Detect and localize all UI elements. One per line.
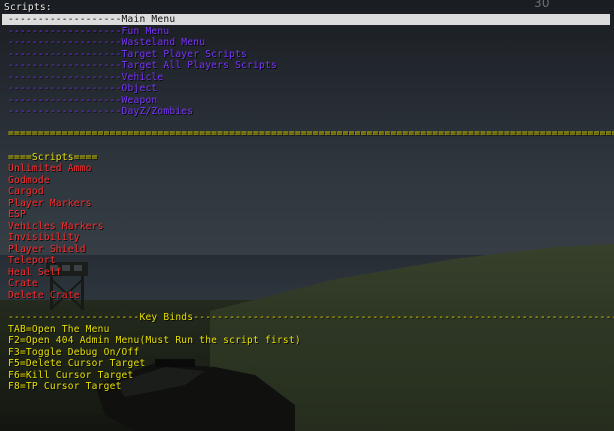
script-item[interactable]: Vehicles Markers xyxy=(8,221,104,232)
keybind-item: TAB=Open The Menu xyxy=(8,324,110,335)
script-item[interactable]: Teleport xyxy=(8,255,56,266)
menu-item-main-menu[interactable]: -------------------Main Menu xyxy=(8,14,175,25)
menu-item-dayz-zombies[interactable]: -------------------DayZ/Zombies xyxy=(8,106,193,117)
menu-item-weapon[interactable]: -------------------Weapon xyxy=(8,95,157,106)
keybind-item: F8=TP Cursor Target xyxy=(8,381,122,392)
script-item[interactable]: Player Shield xyxy=(8,244,86,255)
script-item[interactable]: Godmode xyxy=(8,175,50,186)
menu-title: Scripts: xyxy=(4,2,52,13)
script-item[interactable]: Cargod xyxy=(8,186,44,197)
keybinds-header: ----------------------Key Binds---------… xyxy=(8,312,614,323)
script-item[interactable]: Player Markers xyxy=(8,198,92,209)
script-item[interactable]: Unlimited Ammo xyxy=(8,163,92,174)
script-menu: Scripts: 30 -------------------Main Menu… xyxy=(0,0,614,431)
script-item[interactable]: Delete Crate xyxy=(8,290,80,301)
script-item[interactable]: ESP xyxy=(8,209,26,220)
keybind-item: F6=Kill Cursor Target xyxy=(8,370,134,381)
script-item[interactable]: Invisibility xyxy=(8,232,80,243)
scripts-header: ====Scripts==== xyxy=(8,152,98,163)
menu-item-fun-menu[interactable]: -------------------Fun Menu xyxy=(8,26,169,37)
keybind-item: F5=Delete Cursor Target xyxy=(8,358,146,369)
menu-item-wasteland-menu[interactable]: -------------------Wasteland Menu xyxy=(8,37,205,48)
menu-item-target-player-scripts[interactable]: -------------------Target Player Scripts xyxy=(8,49,247,60)
menu-item-vehicle[interactable]: -------------------Vehicle xyxy=(8,72,163,83)
menu-item-object[interactable]: -------------------Object xyxy=(8,83,157,94)
menu-item-target-all-players-scripts[interactable]: -------------------Target All Players Sc… xyxy=(8,60,277,71)
fps-counter: 30 xyxy=(534,0,550,10)
separator-line: ========================================… xyxy=(8,128,614,139)
script-item[interactable]: Heal Self xyxy=(8,267,62,278)
script-item[interactable]: Crate xyxy=(8,278,38,289)
keybind-item: F3=Toggle Debug On/Off xyxy=(8,347,140,358)
keybind-item: F2=Open 404 Admin Menu(Must Run the scri… xyxy=(8,335,301,346)
